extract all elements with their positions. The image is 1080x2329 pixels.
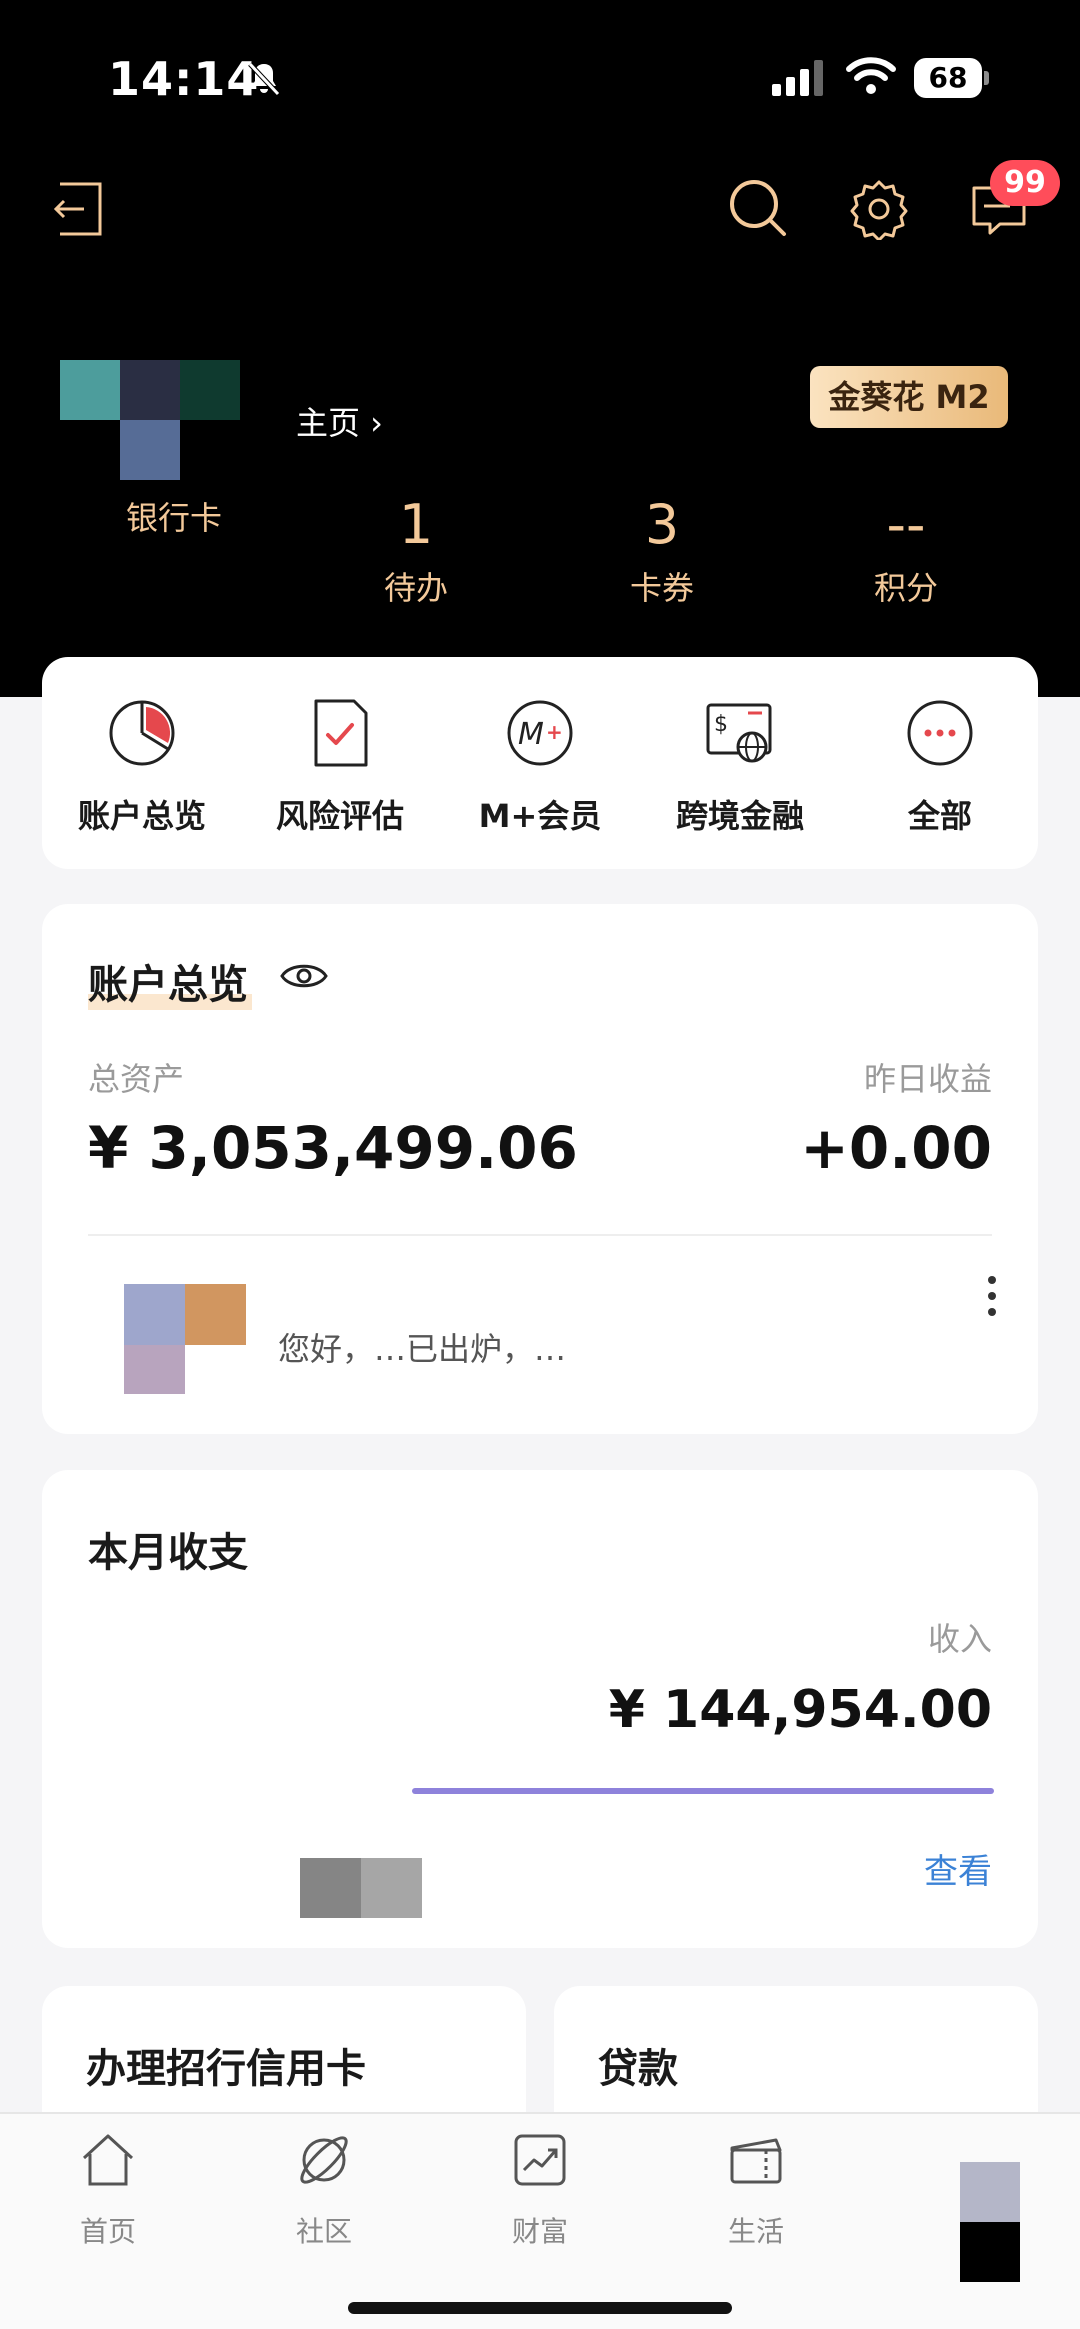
member-plus-icon: M +: [507, 700, 573, 766]
thumbnail-image: [300, 1858, 422, 1918]
stat-label: 银行卡: [125, 499, 222, 537]
avatar-pixel: [180, 360, 240, 420]
member-level-badge[interactable]: 金葵花 M2: [810, 366, 1008, 428]
quick-menu-label: 账户总览: [77, 797, 206, 835]
monthly-title: 本月收支: [88, 1530, 248, 1576]
more-dots-icon: [907, 700, 973, 766]
quick-menu-risk-assessment[interactable]: 风险评估: [240, 697, 440, 837]
quick-menu-label: 全部: [907, 797, 972, 835]
stat-label: 卡券: [629, 569, 694, 607]
tab-community[interactable]: 社区: [244, 2130, 404, 2250]
homepage-link[interactable]: 主页 ›: [296, 398, 383, 444]
avatar-pixel: [120, 360, 180, 420]
monthly-income-expense-card: 本月收支 收入 ¥ 144,954.00 查看: [42, 1470, 1038, 1948]
stat-todo[interactable]: 1 待办: [316, 490, 516, 610]
cross-border-icon: $: [706, 703, 772, 763]
eye-icon[interactable]: [280, 956, 328, 996]
search-icon[interactable]: [728, 178, 788, 238]
tab-label: 生活: [727, 2215, 784, 2248]
stat-value: --: [886, 493, 926, 556]
stat-label: 积分: [873, 569, 938, 607]
status-time: 14:14: [108, 52, 260, 106]
promo-title: 办理招行信用卡: [86, 2046, 366, 2092]
home-icon: [82, 2134, 134, 2186]
quick-menu-all[interactable]: 全部: [840, 697, 1040, 837]
home-indicator: [348, 2302, 732, 2314]
quick-menu: 账户总览 风险评估 M + M+会员 $ 跨境金融 全部: [42, 657, 1038, 869]
quick-menu-label: 跨境金融: [675, 797, 804, 835]
wifi-icon: [846, 57, 896, 94]
battery-cap: [984, 71, 989, 85]
tab-wealth[interactable]: 财富: [460, 2130, 620, 2250]
avatar[interactable]: [60, 360, 240, 480]
quick-menu-label: M+会员: [478, 797, 602, 835]
tab-home[interactable]: 首页: [28, 2130, 188, 2250]
view-details-link[interactable]: 查看: [924, 1844, 992, 1893]
tab-label: 首页: [79, 2215, 136, 2248]
tab-label: 社区: [295, 2215, 352, 2248]
quick-menu-label: 风险评估: [275, 797, 404, 835]
gear-icon[interactable]: [848, 178, 910, 240]
community-icon: [300, 2136, 348, 2184]
svg-text:$: $: [714, 712, 728, 737]
vertical-more-icon[interactable]: [986, 1274, 998, 1318]
avatar-pixel: [60, 360, 120, 420]
quick-menu-cross-border[interactable]: $ 跨境金融: [640, 697, 840, 837]
logout-icon[interactable]: [50, 180, 108, 238]
income-label: 收入: [927, 1620, 992, 1658]
message-badge: 99: [990, 160, 1060, 206]
battery-indicator: 68: [914, 58, 990, 98]
overview-title: 账户总览: [88, 952, 252, 1010]
checklist-icon: [314, 699, 368, 767]
battery-level: 68: [914, 58, 982, 98]
account-overview-card: 账户总览 总资产 ¥ 3,053,499.06 昨日收益 +0.00 您好，…已…: [42, 904, 1038, 1434]
signal-icon: [772, 60, 823, 96]
svg-text:+: +: [546, 720, 563, 744]
promo-title: 贷款: [598, 2046, 678, 2092]
notice-message[interactable]: 您好，…已出炉，…: [88, 1284, 988, 1394]
status-bar: 14:14 68: [0, 0, 1080, 160]
income-bar: [412, 1788, 994, 1794]
life-icon: [730, 2138, 782, 2184]
tab-life[interactable]: 生活: [676, 2130, 836, 2250]
tab-thumbnail: [960, 2162, 1020, 2282]
stat-coupons[interactable]: 3 卡券: [562, 490, 762, 610]
bell-off-icon: [248, 62, 280, 96]
income-value: ¥ 144,954.00: [608, 1680, 992, 1740]
notice-thumbnail: [124, 1284, 246, 1394]
stat-label: 待办: [383, 569, 448, 607]
stat-value: 1: [398, 493, 434, 556]
notice-text: 您好，…已出炉，…: [278, 1330, 567, 1368]
account-stats: 银行卡 1 待办 3 卡券 -- 积分: [0, 490, 1080, 620]
stat-bank-cards[interactable]: 银行卡: [74, 490, 274, 540]
svg-text:M: M: [518, 717, 544, 752]
yesterday-earnings-label: 昨日收益: [863, 1060, 992, 1098]
total-assets-label: 总资产: [88, 1060, 185, 1098]
divider: [88, 1234, 992, 1236]
total-assets-value[interactable]: ¥ 3,053,499.06: [88, 1114, 578, 1182]
stat-value: 3: [644, 493, 680, 556]
wealth-icon: [514, 2134, 566, 2186]
stat-points[interactable]: -- 积分: [806, 490, 1006, 610]
bottom-tab-bar: 首页 社区 财富 生活: [0, 2112, 1080, 2329]
avatar-pixel: [120, 420, 180, 480]
quick-menu-m-plus-member[interactable]: M + M+会员: [440, 697, 640, 837]
pie-chart-icon: [109, 700, 175, 766]
tab-label: 财富: [511, 2215, 568, 2248]
quick-menu-account-overview[interactable]: 账户总览: [42, 697, 242, 837]
yesterday-earnings-value[interactable]: +0.00: [800, 1114, 992, 1182]
